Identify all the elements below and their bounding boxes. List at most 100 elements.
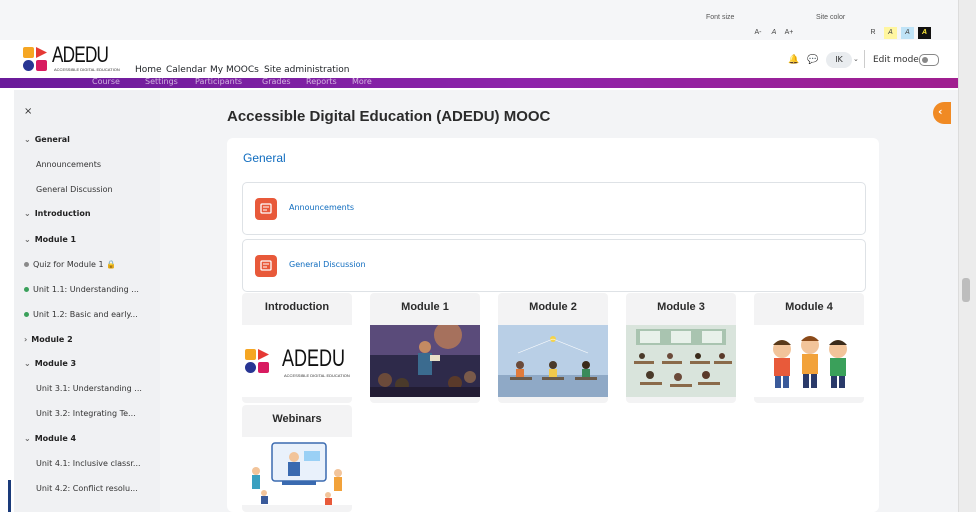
window-scrollbar[interactable] [958,0,976,512]
tile-title: Webinars [272,413,322,425]
course-index-label: Introduction [34,209,91,218]
course-index-item[interactable]: Unit 1.2: Basic and early... [24,310,138,319]
tab-reports[interactable]: Reports [306,77,337,86]
course-index-label: Module 1 [34,235,77,244]
webinar-illustration-image [242,437,352,505]
user-avatar[interactable]: IK [826,52,852,68]
open-block-drawer-button[interactable]: ‹ [933,102,951,124]
teacher-lecture-image [370,325,480,397]
course-index-label: Module 4 [34,434,77,443]
site-color-label: Site color [816,14,846,21]
chevron-down-icon[interactable]: ⌄ [24,434,31,443]
nav-site-administration[interactable]: Site administration [264,65,350,75]
tile-module-4[interactable]: Module 4 [754,293,864,403]
scrollbar-thumb[interactable] [962,278,970,302]
tile-logo-text: ADEDU [282,345,346,372]
completion-dot-icon [24,312,29,317]
chevron-down-icon[interactable]: ⌄ [24,235,31,244]
chevron-down-icon[interactable]: ⌄ [24,209,31,218]
tab-grades[interactable]: Grades [262,77,291,86]
tab-course[interactable]: Course [92,77,120,86]
notifications-bell-icon[interactable]: 🔔 [788,55,799,65]
course-index-label: Unit 4.2: Conflict resolu... [36,484,138,493]
tab-settings[interactable]: Settings [145,77,178,86]
chevron-down-icon[interactable]: ⌄ [24,135,31,144]
chevron-right-icon[interactable]: › [24,335,27,344]
children-hug-image [754,325,864,397]
nav-my-moocs[interactable]: My MOOCs [210,65,259,75]
logo-text: ADEDU [52,42,109,67]
activity-link[interactable]: Announcements [289,203,354,212]
tab-more[interactable]: More [352,77,372,86]
course-index-label: Module 2 [31,335,73,344]
color-blue-button[interactable]: A [901,27,914,39]
tab-participants[interactable]: Participants [195,77,242,86]
tile-webinars[interactable]: Webinars [242,405,352,512]
course-index-item[interactable]: ⌄ Introduction [24,209,91,218]
page-title: Accessible Digital Education (ADEDU) MOO… [227,108,551,125]
course-index-label: Unit 1.1: Understanding ... [33,285,139,294]
nav-calendar[interactable]: Calendar [166,65,206,75]
tile-module-3[interactable]: Module 3 [626,293,736,403]
activity-announcements[interactable]: Announcements [242,182,866,235]
tile-module-1[interactable]: Module 1 [370,293,480,403]
logo-mark-icon [23,47,47,71]
course-index-item[interactable]: › Module 2 [24,335,73,344]
logo-subtext: ACCESSIBLE DIGITAL EDUCATION [54,67,120,72]
activity-general-discussion[interactable]: General Discussion [242,239,866,292]
color-dark-button[interactable]: A [918,27,931,39]
course-index-label: Unit 3.1: Understanding ... [36,384,142,393]
tile-title: Module 3 [657,301,705,313]
close-drawer-icon[interactable]: × [24,106,32,117]
edit-mode-toggle[interactable] [919,54,939,66]
course-index-item[interactable]: Unit 4.1: Inclusive classr... [36,459,141,468]
color-yellow-button[interactable]: A [884,27,897,39]
tile-module-2[interactable]: Module 2 [498,293,608,403]
completion-dot-icon [24,262,29,267]
course-index-item[interactable]: ⌄ General [24,135,70,144]
course-index-label: Unit 4.1: Inclusive classr... [36,459,141,468]
tile-title: Module 2 [529,301,577,313]
course-index-label: General [34,135,70,144]
edit-mode-label: Edit mode [873,55,919,65]
secondary-nav-bar: Course Settings Participants Grades Repo… [0,77,958,88]
user-menu-chevron-icon[interactable]: ⌄ [853,55,859,63]
course-index-item[interactable]: ⌄ Module 1 [24,235,76,244]
course-index-item[interactable]: Unit 1.1: Understanding ... [24,285,139,294]
course-index-item[interactable]: Unit 4.2: Conflict resolu... [36,484,138,493]
course-index-label: Quiz for Module 1 🔒 [33,260,117,269]
chevron-left-icon: ‹ [938,105,943,118]
classroom-illustration-image [498,325,608,397]
color-reset-button[interactable]: R [868,27,878,39]
course-index-label: Unit 1.2: Basic and early... [33,310,138,319]
page-edge [0,88,14,512]
site-logo[interactable]: ADEDU ACCESSIBLE DIGITAL EDUCATION [20,42,140,76]
section-title-general[interactable]: General [243,151,286,165]
course-index-item[interactable]: ⌄ Module 3 [24,359,76,368]
nav-home[interactable]: Home [135,65,162,75]
font-increase-button[interactable]: A+ [782,27,796,39]
completion-dot-icon [24,287,29,292]
activity-link[interactable]: General Discussion [289,260,366,269]
course-index-item[interactable]: Unit 3.1: Understanding ... [36,384,142,393]
accessibility-bar: Font size A- A A+ Site color R A A A [0,0,958,40]
course-index-item[interactable]: Quiz for Module 1 🔒 [24,260,116,269]
tile-title: Module 4 [785,301,833,313]
course-index-label: Module 3 [34,359,77,368]
tile-introduction[interactable]: Introduction ADEDU ACCESSIBLE DIGITAL ED… [242,293,352,403]
font-decrease-button[interactable]: A- [752,27,764,39]
course-index-item[interactable]: Unit 3.2: Integrating Te... [36,409,136,418]
header-divider [864,50,865,68]
tile-title: Module 1 [401,301,449,313]
messages-icon[interactable]: 💬 [807,55,818,65]
forum-icon [255,198,277,220]
forum-icon [255,255,277,277]
tile-title: Introduction [264,301,330,313]
font-reset-button[interactable]: A [768,27,780,39]
font-size-label: Font size [706,14,735,21]
course-index-item[interactable]: ⌄ Module 4 [24,434,76,443]
chevron-down-icon[interactable]: ⌄ [24,359,31,368]
students-classroom-image [626,325,736,397]
course-index-item[interactable]: Announcements [36,160,101,169]
course-index-item[interactable]: General Discussion [36,185,113,194]
